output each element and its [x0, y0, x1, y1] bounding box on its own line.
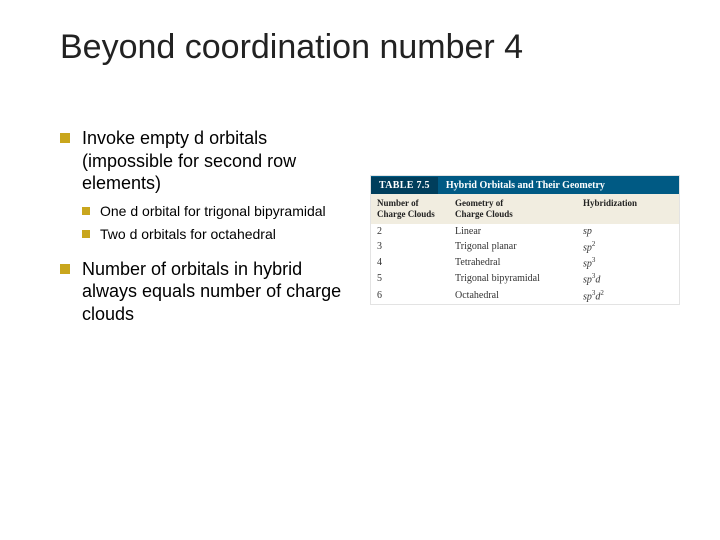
slide-title: Beyond coordination number 4 [60, 28, 680, 67]
cell-geom: Trigonal planar [449, 239, 577, 255]
table-body: 2 Linear sp 3 Trigonal planar sp2 4 Tetr… [371, 224, 679, 304]
sub-bullet-2: Two d orbitals for octahedral [82, 226, 360, 244]
sub-bullet-list: One d orbital for trigonal bipyramidal T… [82, 203, 360, 244]
bullet-1-text: Invoke empty d orbitals (impossible for … [82, 128, 296, 193]
cell-geom: Tetrahedral [449, 255, 577, 271]
table-row: 4 Tetrahedral sp3 [371, 255, 679, 271]
table-row: 5 Trigonal bipyramidal sp3d [371, 271, 679, 287]
cell-hyb: sp3d [577, 271, 667, 287]
header-c3: Hybridization [583, 198, 637, 208]
cell-hyb: sp2 [577, 239, 667, 255]
main-bullet-list: Invoke empty d orbitals (impossible for … [60, 127, 360, 325]
sub-bullet-1: One d orbital for trigonal bipyramidal [82, 203, 360, 221]
content-row: Invoke empty d orbitals (impossible for … [60, 127, 680, 339]
table-column: TABLE 7.5 Hybrid Orbitals and Their Geom… [370, 127, 680, 339]
cell-n: 5 [371, 271, 449, 287]
table-row: 6 Octahedral sp3d2 [371, 288, 679, 304]
header-charge-clouds: Number of Charge Clouds [371, 194, 449, 224]
header-c1-line2: Charge Clouds [377, 209, 435, 219]
cell-n: 2 [371, 224, 449, 239]
cell-geom: Linear [449, 224, 577, 239]
cell-geom: Octahedral [449, 288, 577, 304]
cell-hyb: sp3 [577, 255, 667, 271]
slide: Beyond coordination number 4 Invoke empt… [0, 0, 720, 540]
header-c1-line1: Number of [377, 198, 419, 208]
table-title-row: TABLE 7.5 Hybrid Orbitals and Their Geom… [371, 176, 679, 194]
cell-n: 4 [371, 255, 449, 271]
table-row: 2 Linear sp [371, 224, 679, 239]
hybrid-orbitals-table: TABLE 7.5 Hybrid Orbitals and Their Geom… [370, 175, 680, 305]
table-row: 3 Trigonal planar sp2 [371, 239, 679, 255]
cell-geom: Trigonal bipyramidal [449, 271, 577, 287]
bullet-1: Invoke empty d orbitals (impossible for … [60, 127, 360, 244]
cell-hyb: sp3d2 [577, 288, 667, 304]
sub-bullet-1-text: One d orbital for trigonal bipyramidal [100, 203, 326, 219]
bullet-2: Number of orbitals in hybrid always equa… [60, 258, 360, 326]
header-c2-line2: Charge Clouds [455, 209, 513, 219]
bullet-column: Invoke empty d orbitals (impossible for … [60, 127, 360, 339]
cell-n: 3 [371, 239, 449, 255]
table-caption: Hybrid Orbitals and Their Geometry [438, 177, 613, 194]
header-hybridization: Hybridization [577, 194, 667, 224]
cell-n: 6 [371, 288, 449, 304]
table-number-label: TABLE 7.5 [371, 177, 438, 194]
table-header-row: Number of Charge Clouds Geometry of Char… [371, 194, 679, 224]
bullet-2-text: Number of orbitals in hybrid always equa… [82, 259, 341, 324]
header-geometry: Geometry of Charge Clouds [449, 194, 577, 224]
header-c2-line1: Geometry of [455, 198, 503, 208]
sub-bullet-2-text: Two d orbitals for octahedral [100, 226, 276, 242]
cell-hyb: sp [577, 224, 667, 239]
